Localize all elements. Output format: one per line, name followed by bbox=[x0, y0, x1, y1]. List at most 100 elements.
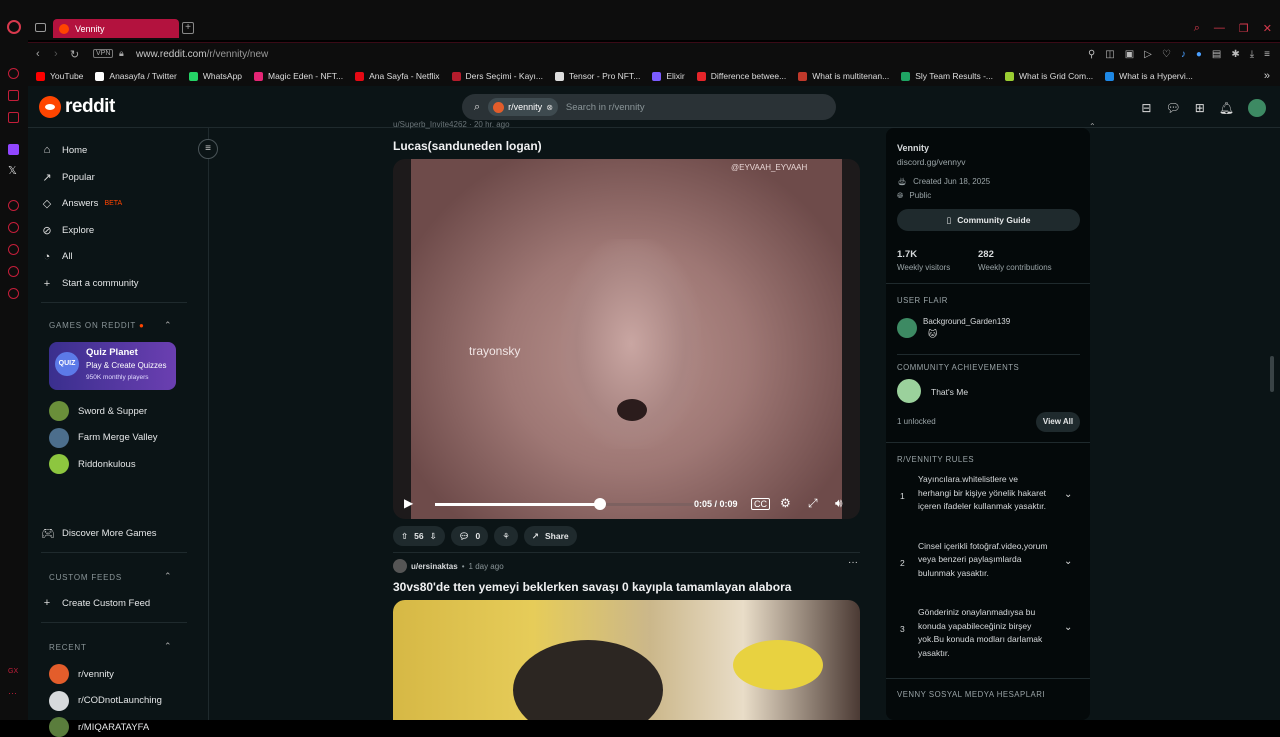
sidebar-history-icon[interactable] bbox=[8, 244, 19, 255]
sidebar-settings-icon[interactable] bbox=[8, 288, 19, 299]
opera-logo-icon[interactable] bbox=[7, 20, 21, 34]
create-custom-feed[interactable]: + Create Custom Feed bbox=[41, 597, 150, 609]
nav-item-all[interactable]: ◔ All bbox=[41, 251, 73, 263]
post-image[interactable] bbox=[393, 600, 860, 720]
chat-icon[interactable]: 💬︎ bbox=[1165, 101, 1180, 115]
clear-chip-icon[interactable]: ⊗ bbox=[546, 103, 553, 112]
game-item[interactable]: Sword & Supper bbox=[49, 401, 147, 421]
search-bar[interactable]: ⌕ r/vennity ⊗ Search in r/vennity bbox=[462, 94, 836, 120]
bookmark-item[interactable]: Ders Seçimi - Kayı... bbox=[451, 71, 543, 81]
chevron-down-icon[interactable]: ⌄ bbox=[1064, 622, 1072, 633]
heart-icon[interactable]: ♡ bbox=[1162, 49, 1171, 60]
recent-community[interactable]: r/vennity bbox=[49, 664, 114, 684]
gx-icon[interactable]: GX bbox=[8, 668, 18, 675]
user-avatar[interactable] bbox=[1248, 99, 1266, 117]
post-title[interactable]: Lucas(sanduneden logan) bbox=[393, 139, 542, 153]
sidebar-recent-icon[interactable] bbox=[8, 68, 19, 79]
flair-avatar[interactable] bbox=[897, 318, 917, 338]
upvote-icon[interactable]: ⇧ bbox=[401, 531, 408, 542]
notifications-icon[interactable]: 🔔︎ bbox=[1219, 101, 1234, 115]
search-tabs-icon[interactable]: ⌕ bbox=[1194, 22, 1200, 35]
maximize-icon[interactable]: ❐ bbox=[1239, 22, 1249, 35]
x-icon[interactable]: 𝕏 bbox=[8, 164, 17, 177]
view-all-button[interactable]: View All bbox=[1036, 412, 1080, 432]
quiz-planet-card[interactable]: QUIZ Quiz Planet Play & Create Quizzes 9… bbox=[49, 342, 176, 390]
forward-icon[interactable]: › bbox=[54, 48, 58, 60]
bookmark-item[interactable]: Sly Team Results -... bbox=[901, 71, 993, 81]
page-scrollbar[interactable] bbox=[1270, 356, 1274, 392]
comments-button[interactable]: 💬︎ 0 bbox=[450, 526, 489, 546]
sidebar-pin-icon[interactable] bbox=[8, 222, 19, 233]
nav-item-start-a-community[interactable]: + Start a community bbox=[41, 278, 139, 290]
nav-item-answers[interactable]: ◇ Answers BETA bbox=[41, 197, 122, 210]
search-input[interactable]: Search in r/vennity bbox=[566, 102, 645, 113]
discover-games-link[interactable]: 🎮︎ Discover More Games bbox=[41, 527, 157, 540]
settings-icon[interactable]: ⚙ bbox=[780, 496, 791, 510]
snapshot-icon[interactable]: ◫ bbox=[1105, 49, 1114, 60]
url-field[interactable]: www.reddit.com/r/vennity/new bbox=[136, 49, 268, 60]
rule-item[interactable]: 3 Gönderiniz onaylanmadıysa bu konuda yap… bbox=[897, 606, 1080, 666]
achievement-badge-icon[interactable] bbox=[897, 379, 921, 403]
chevron-up-icon[interactable]: ⌃ bbox=[164, 641, 172, 652]
reddit-logo[interactable]: reddit bbox=[39, 96, 115, 118]
puzzle-icon[interactable]: ✱ bbox=[1231, 49, 1239, 60]
play-icon[interactable]: ▷ bbox=[1144, 49, 1152, 60]
game-item[interactable]: Farm Merge Valley bbox=[49, 427, 158, 448]
pin-icon[interactable]: ⚲ bbox=[1088, 49, 1095, 60]
video-player[interactable]: trayonsky @EYVAAH_EYVAAH ▶ 0:05 / 0:09 C… bbox=[393, 159, 860, 519]
progress-played[interactable] bbox=[435, 503, 600, 506]
recent-community[interactable]: r/MIQARATAYFA bbox=[49, 717, 149, 737]
twitch-icon[interactable] bbox=[8, 144, 19, 155]
bookmark-item[interactable]: What is Grid Com... bbox=[1005, 71, 1093, 81]
bookmark-item[interactable]: Tensor - Pro NFT... bbox=[555, 71, 640, 81]
collapse-nav-button[interactable]: ≡ bbox=[198, 139, 218, 159]
lock-icon[interactable]: 🔒︎ bbox=[119, 48, 124, 59]
nav-item-home[interactable]: ⌂ Home bbox=[41, 144, 88, 156]
sidebar-extensions-icon[interactable] bbox=[8, 266, 19, 277]
bookmark-item[interactable]: Anasayfa / Twitter bbox=[95, 71, 177, 81]
create-post-icon[interactable]: ⊞ bbox=[1195, 101, 1205, 115]
bookmark-item[interactable]: Magic Eden - NFT... bbox=[254, 71, 343, 81]
award-button[interactable]: ⚘ bbox=[494, 526, 518, 546]
chevron-down-icon[interactable]: ⌄ bbox=[1064, 489, 1072, 500]
captions-icon[interactable]: CC bbox=[751, 498, 770, 510]
chevron-up-icon[interactable]: ⌃ bbox=[164, 571, 172, 582]
bookmark-item[interactable]: What is a Hypervi... bbox=[1105, 71, 1193, 81]
scroll-up-icon[interactable]: ⌃ bbox=[1089, 122, 1096, 131]
chevron-up-icon[interactable]: ⌃ bbox=[164, 320, 172, 331]
chevron-down-icon[interactable]: ⌄ bbox=[1064, 556, 1072, 567]
reload-icon[interactable]: ↻ bbox=[70, 48, 79, 61]
close-window-icon[interactable]: ✕ bbox=[1263, 22, 1272, 35]
bookmark-item[interactable]: WhatsApp bbox=[188, 71, 242, 81]
search-community-chip[interactable]: r/vennity ⊗ bbox=[488, 98, 558, 116]
extension-2-icon[interactable]: ▤ bbox=[1212, 49, 1221, 60]
games-section-title[interactable]: GAMES ON REDDIT ● bbox=[49, 321, 145, 330]
downvote-icon[interactable]: ⇩ bbox=[430, 531, 437, 542]
rule-item[interactable]: 1 Yayıncılara.whitelistlere ve herhangi b… bbox=[897, 473, 1080, 533]
volume-icon[interactable]: 🔊︎ bbox=[835, 496, 843, 511]
bookmark-item[interactable]: What is multitenan... bbox=[798, 71, 889, 81]
nav-item-explore[interactable]: ⊘ Explore bbox=[41, 224, 94, 237]
bookmark-item[interactable]: YouTube bbox=[36, 71, 83, 81]
cube-icon[interactable]: ▣ bbox=[1125, 49, 1134, 60]
download-icon[interactable]: ⤓ bbox=[1250, 49, 1254, 60]
menu-icon[interactable]: ≡ bbox=[1264, 49, 1270, 60]
post-author[interactable]: u/ersinaktas bbox=[411, 562, 458, 571]
back-icon[interactable]: ‹ bbox=[36, 48, 40, 60]
sound-icon[interactable]: ♪ bbox=[1181, 49, 1186, 60]
more-icon[interactable]: ··· bbox=[8, 688, 17, 698]
vpn-badge[interactable]: VPN bbox=[93, 49, 114, 58]
custom-feeds-title[interactable]: CUSTOM FEEDS bbox=[49, 573, 122, 582]
sidebar-bag-icon[interactable] bbox=[8, 90, 19, 101]
share-button[interactable]: ↗ Share bbox=[523, 526, 577, 546]
user-avatar[interactable] bbox=[393, 559, 407, 573]
sidebar-chat-icon[interactable] bbox=[8, 112, 19, 123]
more-bookmarks-icon[interactable]: » bbox=[1264, 70, 1270, 82]
ads-icon[interactable]: ⊟ bbox=[1141, 101, 1151, 115]
recent-title[interactable]: RECENT bbox=[49, 643, 87, 652]
new-tab-button[interactable]: + bbox=[182, 22, 194, 34]
more-options-icon[interactable]: ··· bbox=[848, 557, 858, 568]
rule-item[interactable]: 2 Cinsel içerikli fotoğraf.video,yorum ve… bbox=[897, 540, 1080, 600]
bookmark-item[interactable]: Ana Sayfa - Netflix bbox=[355, 71, 440, 81]
nav-item-popular[interactable]: ↗ Popular bbox=[41, 171, 94, 184]
